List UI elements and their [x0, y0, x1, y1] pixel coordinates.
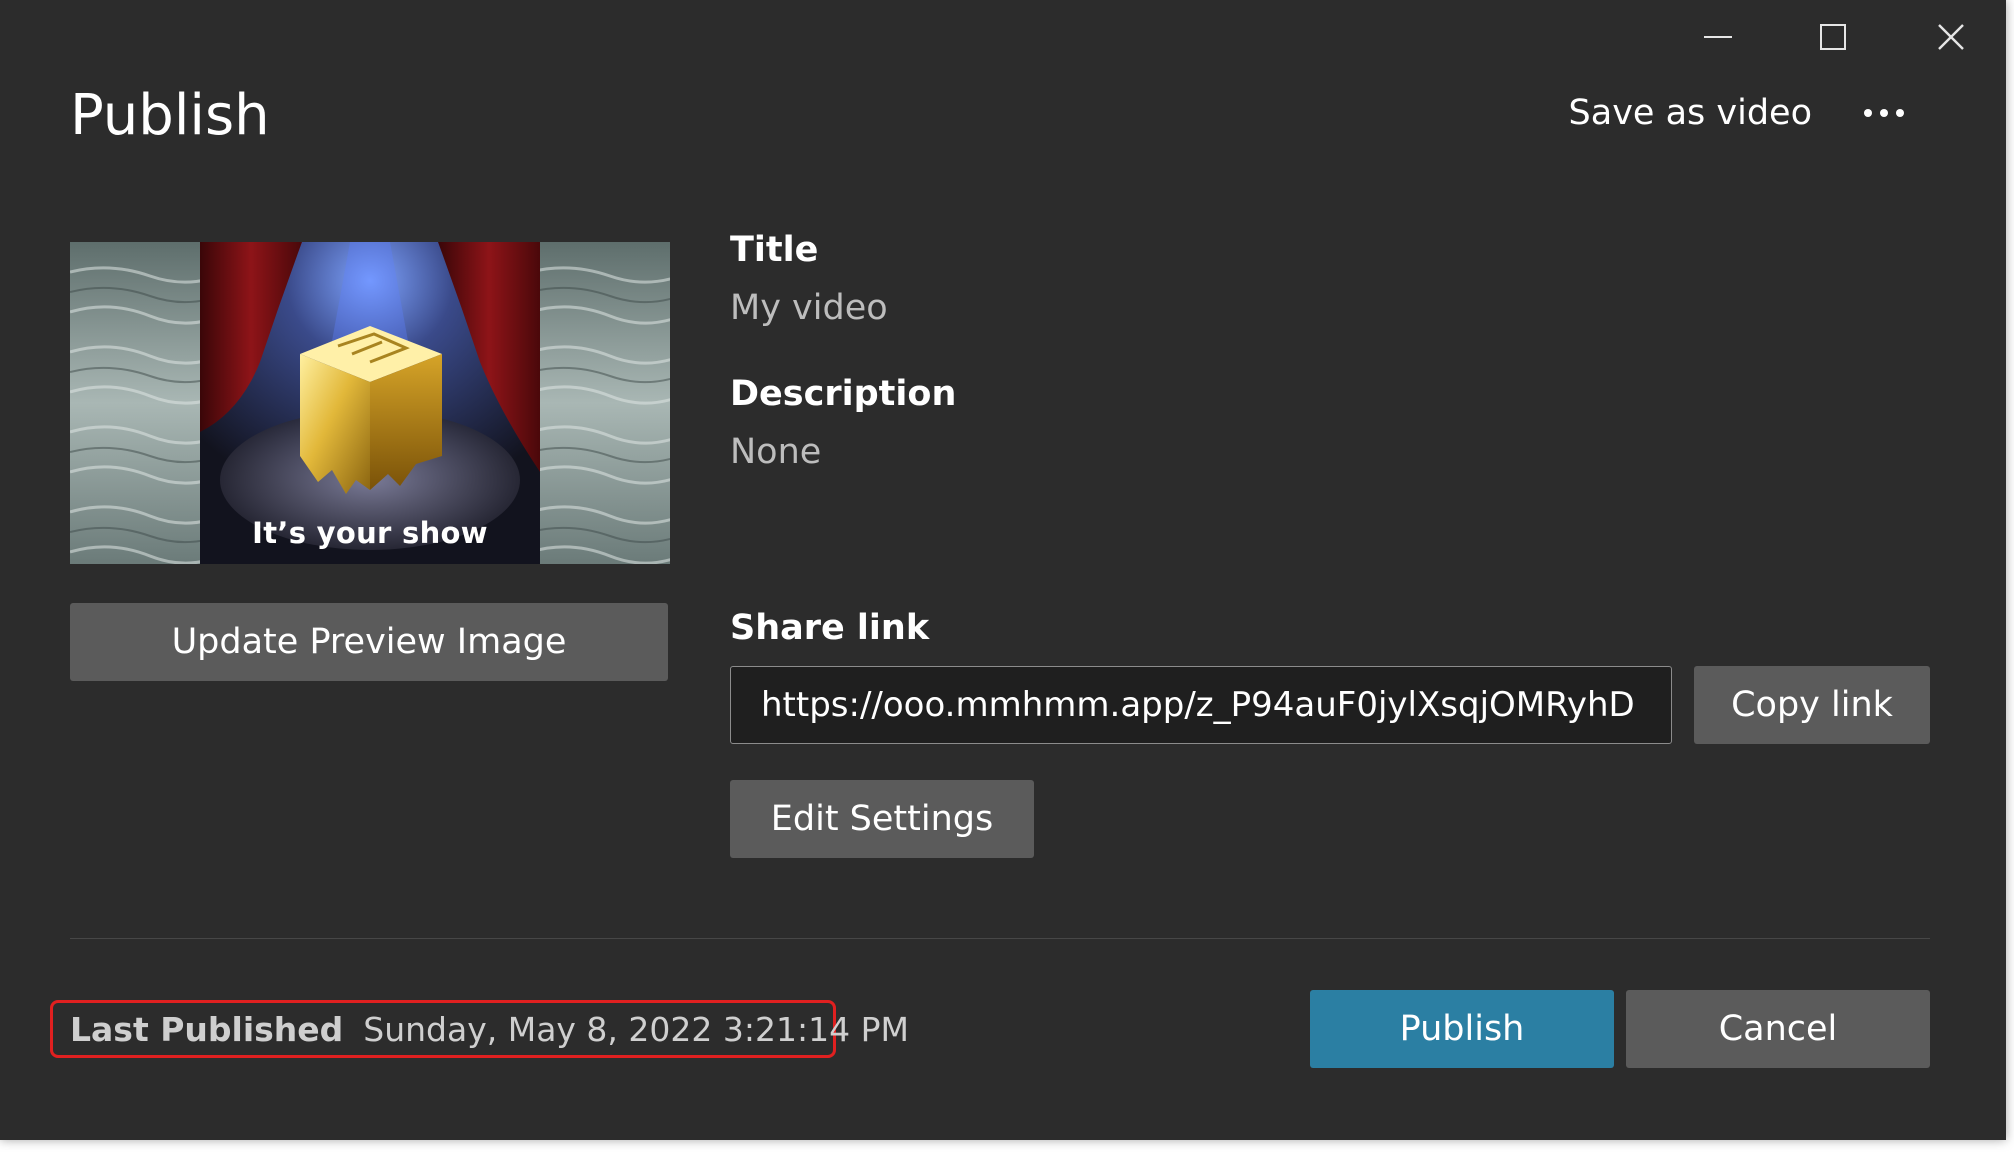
- title-value: My video: [730, 288, 888, 328]
- maximize-button[interactable]: [1788, 10, 1878, 64]
- description-value: None: [730, 432, 822, 472]
- edit-settings-button[interactable]: Edit Settings: [730, 780, 1034, 858]
- more-options-button[interactable]: [1854, 90, 1914, 136]
- minimize-button[interactable]: [1673, 10, 1763, 64]
- close-icon: [1938, 24, 1964, 50]
- close-button[interactable]: [1906, 10, 1996, 64]
- dialog-title: Publish: [70, 83, 270, 148]
- share-link-label: Share link: [730, 608, 930, 648]
- share-link-input[interactable]: [730, 666, 1672, 744]
- publish-button[interactable]: Publish: [1310, 990, 1614, 1068]
- last-published-value: Sunday, May 8, 2022 3:21:14 PM: [363, 1009, 909, 1049]
- description-label: Description: [730, 374, 957, 414]
- cancel-button[interactable]: Cancel: [1626, 990, 1930, 1068]
- maximize-icon: [1820, 24, 1846, 50]
- save-as-video-button[interactable]: Save as video: [1569, 88, 1812, 138]
- title-label: Title: [730, 230, 819, 270]
- minimize-icon: [1704, 36, 1732, 38]
- more-options-icon: [1864, 109, 1904, 117]
- last-published: Last Published Sunday, May 8, 2022 3:21:…: [50, 1000, 909, 1058]
- footer-divider: [70, 938, 1930, 939]
- publish-dialog: Publish Save as video It’s your show Upd…: [0, 0, 2006, 1140]
- last-published-label: Last Published: [70, 1009, 344, 1049]
- copy-link-button[interactable]: Copy link: [1694, 666, 1930, 744]
- update-preview-image-button[interactable]: Update Preview Image: [70, 603, 668, 681]
- preview-image: It’s your show: [70, 242, 670, 564]
- preview-caption: It’s your show: [252, 516, 488, 550]
